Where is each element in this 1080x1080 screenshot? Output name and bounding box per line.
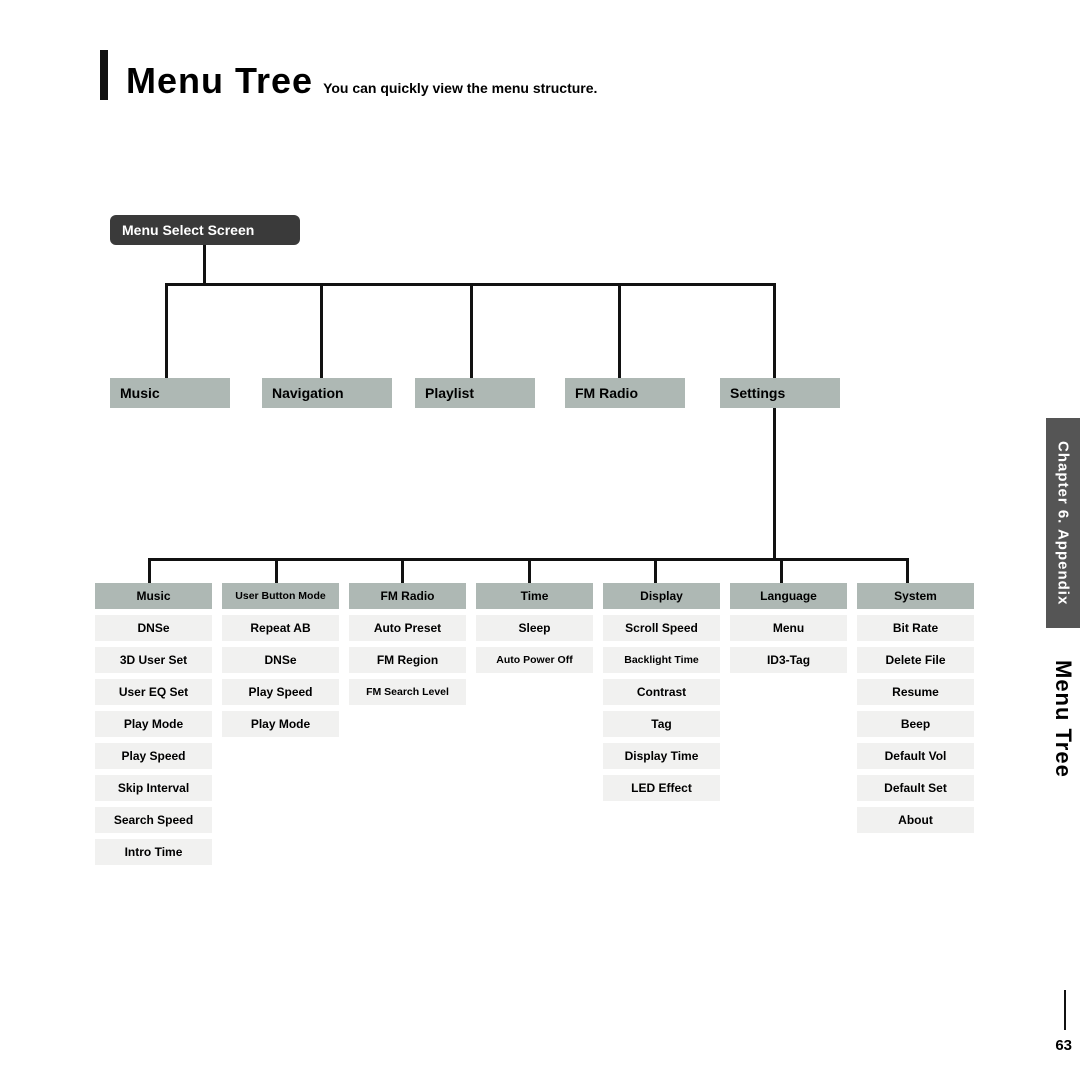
- settings-item: Skip Interval: [95, 775, 212, 801]
- tree-connector: [654, 558, 657, 583]
- settings-item: 3D User Set: [95, 647, 212, 673]
- settings-column-header: System: [857, 583, 974, 609]
- settings-item: FM Region: [349, 647, 466, 673]
- tree-connector: [203, 245, 206, 283]
- settings-item: Backlight Time: [603, 647, 720, 673]
- tree-connector: [148, 558, 151, 583]
- settings-item: Bit Rate: [857, 615, 974, 641]
- menu-root-label: Menu Select Screen: [122, 222, 254, 238]
- settings-item: Play Speed: [95, 743, 212, 769]
- settings-column: Time Sleep Auto Power Off: [476, 583, 593, 865]
- settings-item: Auto Power Off: [476, 647, 593, 673]
- menu-category-music: Music: [110, 378, 230, 408]
- settings-item: Sleep: [476, 615, 593, 641]
- settings-item: Delete File: [857, 647, 974, 673]
- menu-category-fm-radio: FM Radio: [565, 378, 685, 408]
- page-subtitle: You can quickly view the menu structure.: [323, 80, 597, 96]
- settings-item: Menu: [730, 615, 847, 641]
- menu-category-navigation: Navigation: [262, 378, 392, 408]
- tree-connector: [618, 283, 621, 378]
- settings-item: LED Effect: [603, 775, 720, 801]
- settings-item: Tag: [603, 711, 720, 737]
- settings-column-header: Display: [603, 583, 720, 609]
- settings-column-header: User Button Mode: [222, 583, 339, 609]
- settings-item: Play Speed: [222, 679, 339, 705]
- settings-item: Default Vol: [857, 743, 974, 769]
- tree-connector: [470, 283, 473, 378]
- section-side-label: Menu Tree: [1046, 660, 1080, 860]
- menu-category-settings: Settings: [720, 378, 840, 408]
- settings-column-header: Time: [476, 583, 593, 609]
- settings-item: Default Set: [857, 775, 974, 801]
- page-number: 63: [1055, 1037, 1072, 1054]
- settings-item: Display Time: [603, 743, 720, 769]
- page-title-bar: Menu Tree You can quickly view the menu …: [100, 60, 597, 102]
- settings-item: Contrast: [603, 679, 720, 705]
- settings-item: ID3-Tag: [730, 647, 847, 673]
- settings-item: Scroll Speed: [603, 615, 720, 641]
- settings-column: FM Radio Auto Preset FM Region FM Search Le…: [349, 583, 466, 865]
- chapter-tab: Chapter 6. Appendix: [1046, 418, 1080, 628]
- settings-item: Repeat AB: [222, 615, 339, 641]
- settings-item: Resume: [857, 679, 974, 705]
- tree-connector: [275, 558, 278, 583]
- settings-column: User Button Mode Repeat AB DNSe Play Speed P…: [222, 583, 339, 865]
- settings-item: Search Speed: [95, 807, 212, 833]
- settings-item: Play Mode: [222, 711, 339, 737]
- tree-connector: [780, 558, 783, 583]
- settings-columns: Music DNSe 3D User Set User EQ Set Play Mode…: [95, 583, 974, 865]
- page-title: Menu Tree: [126, 60, 313, 102]
- settings-column: System Bit Rate Delete File Resume Beep Defau…: [857, 583, 974, 865]
- settings-column: Music DNSe 3D User Set User EQ Set Play Mode…: [95, 583, 212, 865]
- settings-column-header: Language: [730, 583, 847, 609]
- title-accent-bar: [100, 50, 108, 100]
- settings-column-header: FM Radio: [349, 583, 466, 609]
- settings-item: User EQ Set: [95, 679, 212, 705]
- settings-column: Display Scroll Speed Backlight Time Contras…: [603, 583, 720, 865]
- menu-category-playlist: Playlist: [415, 378, 535, 408]
- tree-connector: [320, 283, 323, 378]
- tree-connector: [401, 558, 404, 583]
- page-rule: [1064, 990, 1066, 1030]
- tree-connector: [165, 283, 168, 378]
- settings-item: DNSe: [95, 615, 212, 641]
- settings-item: Auto Preset: [349, 615, 466, 641]
- settings-item: FM Search Level: [349, 679, 466, 705]
- settings-item: Beep: [857, 711, 974, 737]
- tree-connector: [906, 558, 909, 583]
- settings-item: DNSe: [222, 647, 339, 673]
- tree-connector: [773, 283, 776, 378]
- settings-item: Play Mode: [95, 711, 212, 737]
- menu-root: Menu Select Screen: [110, 215, 300, 245]
- settings-column-header: Music: [95, 583, 212, 609]
- settings-item: Intro Time: [95, 839, 212, 865]
- settings-item: About: [857, 807, 974, 833]
- tree-connector: [773, 408, 776, 558]
- tree-connector: [528, 558, 531, 583]
- settings-column: Language Menu ID3-Tag: [730, 583, 847, 865]
